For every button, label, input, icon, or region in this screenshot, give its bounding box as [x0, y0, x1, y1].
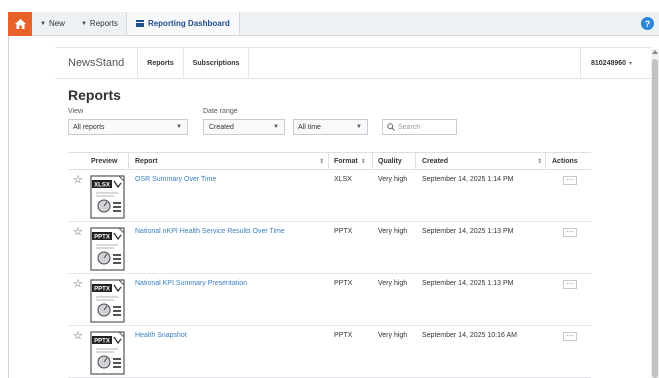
view-label: View [68, 108, 84, 115]
actions-menu-button[interactable]: … [563, 227, 577, 237]
header-report[interactable]: Report [135, 153, 158, 170]
new-menu-label: New [48, 19, 65, 28]
caret-down-icon: ▼ [80, 20, 87, 27]
tab-subscriptions[interactable]: Subscriptions [184, 47, 250, 79]
actions-menu-button[interactable]: … [563, 331, 577, 341]
star-icon[interactable]: ☆ [73, 277, 83, 290]
reporting-dashboard-link[interactable]: Reporting Dashboard [125, 12, 240, 35]
search-icon [387, 123, 395, 131]
star-icon[interactable]: ☆ [73, 225, 83, 238]
report-name-link[interactable]: OSR Summary Over Time [135, 176, 216, 183]
account-menu[interactable]: 810248960 ▾ [580, 48, 652, 78]
report-name-link[interactable]: National nKPI Health Service Results Ove… [135, 228, 285, 235]
report-thumbnail[interactable]: PPTX [90, 279, 125, 323]
report-quality: Very high [378, 332, 408, 339]
header-preview: Preview [91, 158, 118, 165]
report-format: PPTX [334, 228, 353, 235]
search-input[interactable] [398, 123, 453, 131]
top-bar: ▼ New ▼ Reports Reporting Dashboard ? [8, 12, 659, 36]
header-quality: Quality [378, 158, 402, 165]
help-icon[interactable]: ? [641, 17, 654, 30]
star-icon[interactable]: ☆ [73, 173, 83, 186]
actions-menu-button[interactable]: … [563, 279, 577, 289]
sort-icon[interactable]: ⇕ [316, 153, 324, 170]
left-border [8, 36, 9, 378]
table-header: Preview Report ⇕ Format ⇕ Quality Created… [68, 152, 591, 170]
reports-menu[interactable]: ▼ Reports [73, 12, 126, 35]
scroll-up-icon[interactable] [652, 50, 658, 54]
new-menu[interactable]: ▼ New [32, 12, 73, 35]
report-thumbnail[interactable]: PPTX [90, 227, 125, 271]
dashboard-icon [135, 20, 144, 27]
date-range-value: All time [298, 123, 321, 131]
svg-text:PPTX: PPTX [94, 339, 110, 345]
reports-table: Preview Report ⇕ Format ⇕ Quality Created… [68, 152, 591, 378]
table-body: ☆ XLSX OSR Summary Over Time XLSX Very high S… [68, 170, 591, 378]
chevron-down-icon: ▼ [273, 124, 279, 130]
scrollbar-thumb[interactable] [652, 59, 658, 378]
caret-down-icon: ▾ [629, 60, 633, 67]
tab-reports[interactable]: Reports [137, 47, 184, 79]
star-icon[interactable]: ☆ [73, 329, 83, 342]
header-format[interactable]: Format ⇕ [334, 153, 366, 170]
svg-text:PPTX: PPTX [94, 287, 110, 293]
chevron-down-icon: ▼ [356, 124, 362, 130]
header-actions: Actions [552, 158, 578, 165]
report-format: PPTX [334, 332, 353, 339]
brand-name: NewsStand [68, 57, 125, 69]
report-name-link[interactable]: Health Snapshot [135, 332, 187, 339]
reporting-dashboard-label: Reporting Dashboard [147, 19, 230, 28]
report-created: September 14, 2025 10:16 AM [422, 332, 517, 339]
home-button[interactable] [8, 12, 32, 36]
report-quality: Very high [378, 176, 408, 183]
page-scrollbar[interactable] [651, 49, 659, 378]
home-icon [14, 19, 26, 29]
report-thumbnail[interactable]: XLSX [90, 175, 125, 219]
table-row: ☆ PPTX National nKPI Health Service Result… [68, 222, 591, 274]
report-format: PPTX [334, 280, 353, 287]
table-row: ☆ PPTX National KPI Summary Presentation PP… [68, 274, 591, 326]
sort-icon: ⇕ [360, 159, 366, 165]
sub-navigation: NewsStand Reports Subscriptions 81024896… [55, 47, 652, 79]
search-box[interactable] [382, 119, 457, 135]
report-name-link[interactable]: National KPI Summary Presentation [135, 280, 247, 287]
report-format: XLSX [334, 176, 352, 183]
date-range-select[interactable]: All time ▼ [293, 119, 368, 135]
report-quality: Very high [378, 228, 408, 235]
chevron-down-icon: ▼ [176, 124, 182, 130]
table-row: ☆ PPTX Health Snapshot PPTX Very high Septemb… [68, 326, 591, 378]
table-row: ☆ XLSX OSR Summary Over Time XLSX Very high S… [68, 170, 591, 222]
date-type-select[interactable]: Created ▼ [203, 119, 285, 135]
reports-menu-label: Reports [89, 19, 118, 28]
view-select[interactable]: All reports ▼ [68, 119, 188, 135]
date-type-value: Created [209, 123, 234, 131]
svg-text:XLSX: XLSX [94, 183, 110, 189]
report-quality: Very high [378, 280, 408, 287]
account-id: 810248960 [591, 59, 627, 67]
view-select-value: All reports [73, 123, 105, 131]
report-created: September 14, 2025 1:13 PM [422, 228, 514, 235]
report-thumbnail[interactable]: PPTX [90, 331, 125, 375]
caret-down-icon: ▼ [40, 20, 46, 27]
header-created[interactable]: Created [422, 153, 448, 170]
svg-text:PPTX: PPTX [94, 235, 110, 241]
page-title: Reports [68, 87, 121, 103]
report-created: September 14, 2025 1:14 PM [422, 176, 514, 183]
report-created: September 14, 2025 1:13 PM [422, 280, 514, 287]
date-range-label: Date range [203, 108, 238, 115]
sort-icon[interactable]: ⇕ [534, 153, 542, 170]
actions-menu-button[interactable]: … [563, 175, 577, 185]
